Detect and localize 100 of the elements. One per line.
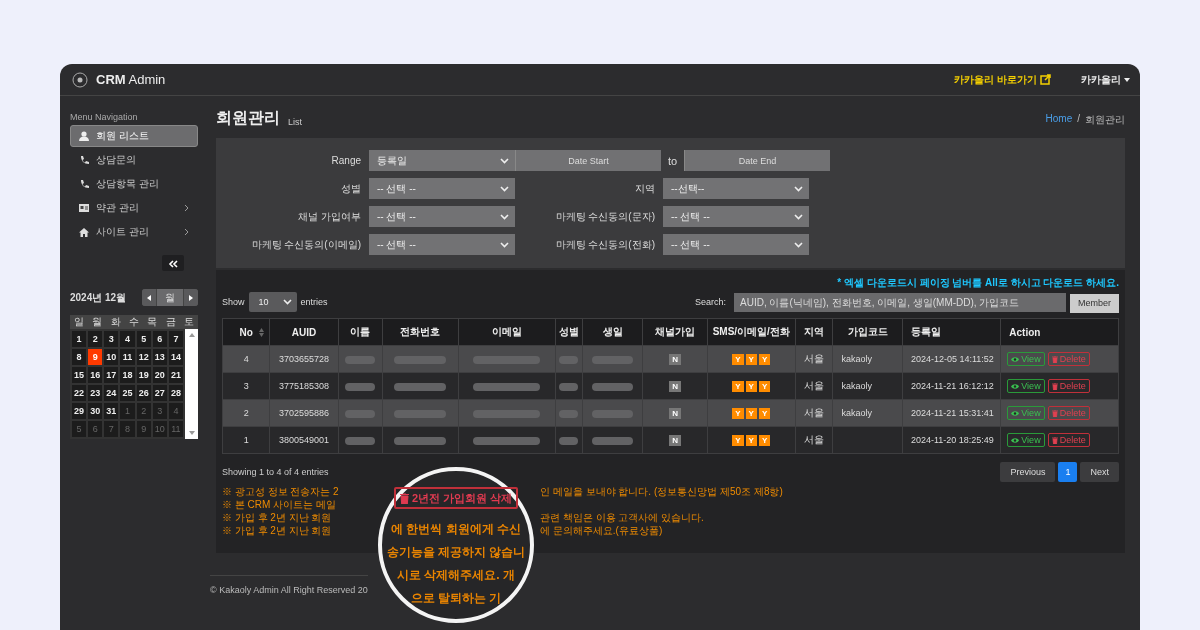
eye-icon <box>1011 383 1020 389</box>
page-length-select[interactable]: 10 <box>248 292 297 312</box>
sidebar-item[interactable]: 사이트 관리 <box>70 221 198 243</box>
delete-button[interactable]: Delete <box>1047 379 1090 393</box>
collapse-button[interactable] <box>162 255 184 271</box>
trash-icon <box>1051 409 1058 417</box>
table-cell: 2 <box>222 399 270 427</box>
calendar-day[interactable]: 2 <box>87 330 104 348</box>
calendar-day[interactable]: 18 <box>119 366 136 384</box>
calendar-day[interactable]: 16 <box>87 366 104 384</box>
calendar-day[interactable]: 21 <box>167 366 184 384</box>
consent-badge: Y <box>758 434 771 446</box>
sort-icon <box>259 328 265 337</box>
chevron-down-icon <box>500 157 509 164</box>
calendar-day[interactable]: 28 <box>167 384 184 402</box>
select-field[interactable]: 등록일 <box>369 150 515 171</box>
trash-icon <box>1051 436 1058 444</box>
weekday-label: 일 <box>73 315 86 329</box>
consent-badge: Y <box>745 353 757 365</box>
calendar-day[interactable]: 8 <box>71 348 88 366</box>
month-view-button[interactable]: 월 <box>156 289 184 306</box>
user-menu[interactable]: 카카올리 <box>1081 72 1130 87</box>
select-field[interactable]: -- 선택 -- <box>369 206 515 227</box>
chevron-down-icon <box>500 213 509 220</box>
calendar-day[interactable]: 5 <box>135 330 152 348</box>
filter-label: 성별 <box>340 181 362 196</box>
calendar-day[interactable]: 3 <box>103 330 120 348</box>
calendar-day[interactable]: 1 <box>71 330 88 348</box>
view-button[interactable]: View <box>1007 433 1045 447</box>
calendar-day[interactable]: 22 <box>71 384 88 402</box>
select-field[interactable]: -- 선택 -- <box>663 234 809 255</box>
sidebar-item[interactable]: 약관 관리 <box>70 197 198 219</box>
blurred-placeholder <box>394 409 447 418</box>
weekday-label: 토 <box>182 315 195 329</box>
calendar-day[interactable]: 26 <box>135 384 152 402</box>
magnified-notice-text: 시로 삭제해주세요. 개 <box>397 567 515 584</box>
calendar-day[interactable]: 7 <box>167 330 184 348</box>
eye-icon <box>1011 356 1020 362</box>
calendar-day[interactable]: 11 <box>119 348 136 366</box>
column-header[interactable]: No <box>222 318 270 346</box>
filter-label: 마케팅 수신동의(이메일) <box>250 237 362 252</box>
calendar-day[interactable]: 23 <box>87 384 104 402</box>
blurred-placeholder <box>394 436 447 445</box>
calendar-day[interactable]: 24 <box>103 384 120 402</box>
blurred-placeholder <box>559 436 578 445</box>
calendar-day[interactable]: 10 <box>103 348 120 366</box>
delete-old-members-button[interactable]: 2년전 가입회원 삭제 <box>393 487 519 509</box>
calendar-day[interactable]: 29 <box>71 402 88 420</box>
filter-label: 마케팅 수신동의(문자) <box>554 209 656 224</box>
calendar-day[interactable]: 9 <box>87 348 104 366</box>
blurred-placeholder <box>559 409 578 418</box>
column-header: 이메일 <box>458 318 556 346</box>
select-field[interactable]: --선택-- <box>663 178 809 199</box>
view-button[interactable]: View <box>1007 406 1045 420</box>
breadcrumb-separator: / <box>1077 113 1080 126</box>
table-cell: 4 <box>222 345 270 373</box>
shortcut-link[interactable]: 카카올리 바로가기 <box>954 72 1051 87</box>
previous-month-button[interactable] <box>142 289 156 306</box>
select-field[interactable]: -- 선택 -- <box>369 178 515 199</box>
next-month-button[interactable] <box>184 289 198 306</box>
phone-icon <box>79 155 89 165</box>
external-link-icon <box>1040 74 1051 85</box>
scrollbar[interactable] <box>185 329 198 439</box>
scroll-up-icon <box>188 333 195 337</box>
weekday-label: 화 <box>109 315 122 329</box>
member-button[interactable]: Member <box>1070 293 1119 313</box>
delete-button[interactable]: Delete <box>1047 433 1090 447</box>
calendar-day[interactable]: 14 <box>167 348 184 366</box>
calendar-day[interactable]: 17 <box>103 366 120 384</box>
channel-badge: N <box>669 353 681 365</box>
page-button[interactable]: Next <box>1080 462 1119 482</box>
calendar-day[interactable]: 4 <box>119 330 136 348</box>
calendar-day[interactable]: 13 <box>151 348 168 366</box>
page-button[interactable]: 1 <box>1058 462 1078 482</box>
sidebar-item[interactable]: 상담문의 <box>70 149 198 171</box>
sidebar-item[interactable]: 회원 리스트 <box>70 125 198 147</box>
select-field[interactable]: -- 선택 -- <box>663 206 809 227</box>
calendar-day[interactable]: 19 <box>135 366 152 384</box>
date-end-field[interactable]: Date End <box>684 150 830 171</box>
breadcrumb-link[interactable]: Home <box>1045 113 1073 127</box>
search-field[interactable]: AUID, 이름(닉네임), 전화번호, 이메일, 생일(MM-DD), 가입코드 <box>734 292 1066 312</box>
calendar-day[interactable]: 25 <box>119 384 136 402</box>
select-field[interactable]: -- 선택 -- <box>369 234 515 255</box>
view-button[interactable]: View <box>1007 352 1045 366</box>
calendar-day[interactable]: 6 <box>151 330 168 348</box>
calendar-day[interactable]: 15 <box>71 366 88 384</box>
consent-badge: Y <box>758 380 771 392</box>
calendar-day[interactable]: 27 <box>151 384 168 402</box>
chevron-down-icon <box>794 213 803 220</box>
calendar-day[interactable]: 30 <box>87 402 104 420</box>
view-button[interactable]: View <box>1007 379 1045 393</box>
calendar-day[interactable]: 12 <box>135 348 152 366</box>
date-start-field[interactable]: Date Start <box>515 150 661 171</box>
weekday-label: 월 <box>91 315 104 329</box>
calendar-day[interactable]: 20 <box>151 366 168 384</box>
table-cell: kakaoly <box>832 399 903 427</box>
consent-badge: Y <box>758 407 771 419</box>
page-button[interactable]: Previous <box>1000 462 1056 482</box>
sidebar-item[interactable]: 상담항목 관리 <box>70 173 198 195</box>
calendar-day[interactable]: 31 <box>103 402 120 420</box>
